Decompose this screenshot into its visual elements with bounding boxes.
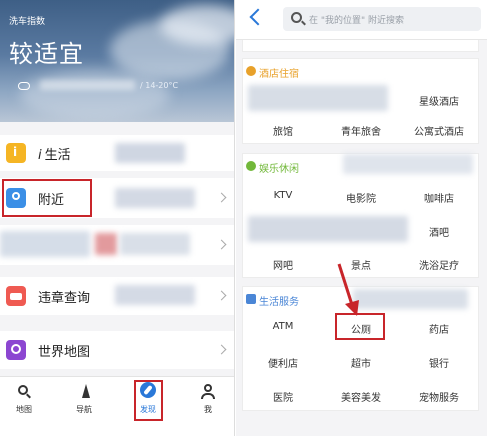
tab-discover[interactable]: 发现 <box>128 377 168 429</box>
weather-icon <box>18 82 30 90</box>
menu-item-ilife[interactable]: i i 生活 <box>0 135 234 171</box>
weather-temperature: / 14-20°C <box>140 81 179 90</box>
discover-screen: 洗车指数 较适宜 / 14-20°C i i 生活 附近 违章查询 世界地图 地… <box>0 0 235 436</box>
chevron-right-icon <box>216 344 227 355</box>
search-icon <box>17 384 31 399</box>
menu-item-nearby[interactable]: 附近 <box>0 178 234 218</box>
hotel-icon <box>246 66 256 76</box>
search-icon <box>291 12 302 23</box>
category-cafe[interactable]: 咖啡店 <box>399 190 479 205</box>
category-pet-service[interactable]: 宠物服务 <box>399 389 479 404</box>
chevron-right-icon <box>216 290 227 301</box>
back-arrow-icon[interactable] <box>249 8 267 26</box>
highlight-box <box>2 179 92 217</box>
user-icon <box>201 384 215 399</box>
category-search-screen: 在 "我的位置" 附近搜索 酒店住宿 星级酒店 旅馆 青年旅舍 公寓式酒店 娱乐… <box>236 0 487 436</box>
category-spa[interactable]: 洗浴足疗 <box>399 257 479 272</box>
tab-nav[interactable]: 导航 <box>64 377 104 429</box>
chevron-right-icon <box>216 192 227 203</box>
category-apartment-hotel[interactable]: 公寓式酒店 <box>399 123 479 138</box>
weather-info-blurred <box>40 80 135 90</box>
search-placeholder: 在 "我的位置" 附近搜索 <box>309 16 405 26</box>
search-input[interactable]: 在 "我的位置" 附近搜索 <box>283 7 481 31</box>
category-pharmacy[interactable]: 药店 <box>399 321 479 336</box>
menu-item-label: i 生活 <box>38 148 71 163</box>
chevron-right-icon <box>216 239 227 250</box>
menu-item-worldmap[interactable]: 世界地图 <box>0 331 234 369</box>
category-supermarket[interactable]: 超市 <box>321 355 401 370</box>
section-hotel: 酒店住宿 星级酒店 旅馆 青年旅舍 公寓式酒店 <box>242 58 479 144</box>
category-hostel[interactable]: 青年旅舍 <box>321 123 401 138</box>
category-internet-cafe[interactable]: 网吧 <box>243 257 323 272</box>
menu-item-blurred[interactable] <box>0 225 234 265</box>
tab-me[interactable]: 我 <box>188 377 228 429</box>
category-inn[interactable]: 旅馆 <box>243 123 323 138</box>
category-beauty-salon[interactable]: 美容美发 <box>321 389 401 404</box>
car-icon <box>6 286 26 306</box>
highlight-box <box>134 380 163 421</box>
menu-item-label: 世界地图 <box>38 345 91 360</box>
annotation-arrow <box>337 263 359 316</box>
category-cinema[interactable]: 电影院 <box>321 190 401 205</box>
bottom-tab-bar: 地图 导航 发现 我 <box>0 376 234 436</box>
globe-icon <box>6 340 26 360</box>
category-convenience-store[interactable]: 便利店 <box>243 355 323 370</box>
category-atm[interactable]: ATM <box>243 321 323 332</box>
entertainment-icon <box>246 161 256 171</box>
category-star-hotel[interactable]: 星级酒店 <box>399 93 479 108</box>
weather-title: 较适宜 <box>9 40 84 68</box>
menu-item-label: 违章查询 <box>38 291 91 306</box>
section-title: 酒店住宿 <box>259 69 299 80</box>
category-bank[interactable]: 银行 <box>399 355 479 370</box>
category-ktv[interactable]: KTV <box>243 190 323 201</box>
life-service-icon <box>246 294 256 304</box>
tab-map[interactable]: 地图 <box>4 377 44 429</box>
top-bar: 在 "我的位置" 附近搜索 <box>236 0 487 40</box>
weather-card[interactable]: 洗车指数 较适宜 / 14-20°C <box>0 0 234 122</box>
weather-caption: 洗车指数 <box>9 17 46 27</box>
section-title: 娱乐休闲 <box>259 164 299 175</box>
category-bar[interactable]: 酒吧 <box>399 224 479 239</box>
ilife-icon: i <box>6 143 26 163</box>
menu-item-traffic[interactable]: 违章查询 <box>0 277 234 315</box>
section-title: 生活服务 <box>259 297 299 308</box>
section-previous <box>242 40 479 52</box>
category-hospital[interactable]: 医院 <box>243 389 323 404</box>
navigation-arrow-icon <box>77 384 91 398</box>
